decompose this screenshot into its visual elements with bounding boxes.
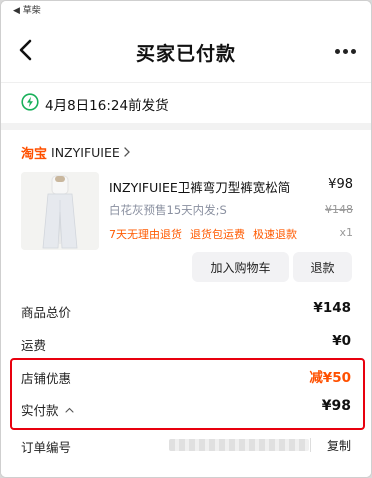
refund-button[interactable]: 退款 bbox=[293, 252, 352, 282]
paid-label-text: 实付款 bbox=[21, 403, 59, 418]
product-title[interactable]: INZYIFUIEE卫裤弯刀型裤宽松简 bbox=[109, 177, 290, 196]
product-spec: 白花灰预售15天内发;S bbox=[109, 203, 227, 217]
product-price: ¥98 bbox=[328, 177, 353, 192]
order-number-row: 订单编号 复制 bbox=[21, 435, 351, 457]
status-bar: ◀ 草柴 bbox=[1, 1, 371, 21]
summary-total-row: 商品总价 ¥148 bbox=[21, 300, 351, 322]
summary-paid-row[interactable]: 实付款 ¥98 bbox=[21, 398, 351, 420]
order-number-label: 订单编号 bbox=[21, 440, 72, 455]
shop-name[interactable]: INZYIFUIEE bbox=[51, 145, 120, 160]
service-tags: 7天无理由退货 退货包运费 极速退款 bbox=[109, 226, 305, 242]
nav-bar: 买家已付款 bbox=[1, 21, 371, 83]
more-dots-icon[interactable] bbox=[335, 49, 357, 55]
summary-discount-row: 店铺优惠 减¥50 bbox=[21, 366, 351, 388]
paid-label[interactable]: 实付款 bbox=[21, 400, 74, 419]
product-quantity: x1 bbox=[339, 226, 353, 239]
tag-free-return-shipping: 退货包运费 bbox=[190, 228, 245, 241]
shipping-fee-label: 运费 bbox=[21, 338, 47, 353]
shipping-fee-value: ¥0 bbox=[332, 333, 351, 349]
tag-fast-refund: 极速退款 bbox=[253, 228, 297, 241]
tag-return: 7天无理由退货 bbox=[109, 228, 182, 241]
chevron-right-icon bbox=[124, 147, 130, 157]
paid-value: ¥98 bbox=[321, 398, 351, 414]
total-value: ¥148 bbox=[313, 300, 351, 316]
discount-label: 店铺优惠 bbox=[21, 371, 72, 386]
divider bbox=[310, 438, 311, 452]
back-to-app-link[interactable]: ◀ 草柴 bbox=[13, 6, 41, 16]
shop-header[interactable]: 淘宝 INZYIFUIEE bbox=[21, 142, 131, 162]
taobao-logo: 淘宝 bbox=[21, 146, 48, 162]
order-card: 淘宝 INZYIFUIEE INZYIFUIEE卫裤弯刀型裤宽松简 ¥98 白花… bbox=[1, 130, 371, 477]
product-original-price: ¥148 bbox=[325, 203, 353, 216]
product-image[interactable] bbox=[21, 172, 99, 250]
page-content: 4月8日16:24前发货 淘宝 INZYIFUIEE INZYIFUIEE卫裤弯… bbox=[1, 83, 371, 477]
copy-button[interactable]: 复制 bbox=[327, 437, 351, 454]
shipping-deadline: 4月8日16:24前发货 bbox=[45, 98, 169, 114]
page-title: 买家已付款 bbox=[135, 43, 236, 65]
lightning-circle-icon bbox=[21, 93, 39, 111]
total-label: 商品总价 bbox=[21, 305, 72, 320]
discount-value: 减¥50 bbox=[309, 370, 351, 386]
add-to-cart-button[interactable]: 加入购物车 bbox=[192, 252, 289, 282]
summary-shipping-row: 运费 ¥0 bbox=[21, 333, 351, 355]
shipping-card: 4月8日16:24前发货 bbox=[1, 83, 371, 123]
chevron-up-icon[interactable] bbox=[64, 407, 74, 413]
app-frame: ◀ 草柴 买家已付款 4月8日16:24前发货 淘宝 INZYIFUIEE IN… bbox=[0, 0, 372, 478]
order-number-redacted bbox=[169, 439, 309, 451]
